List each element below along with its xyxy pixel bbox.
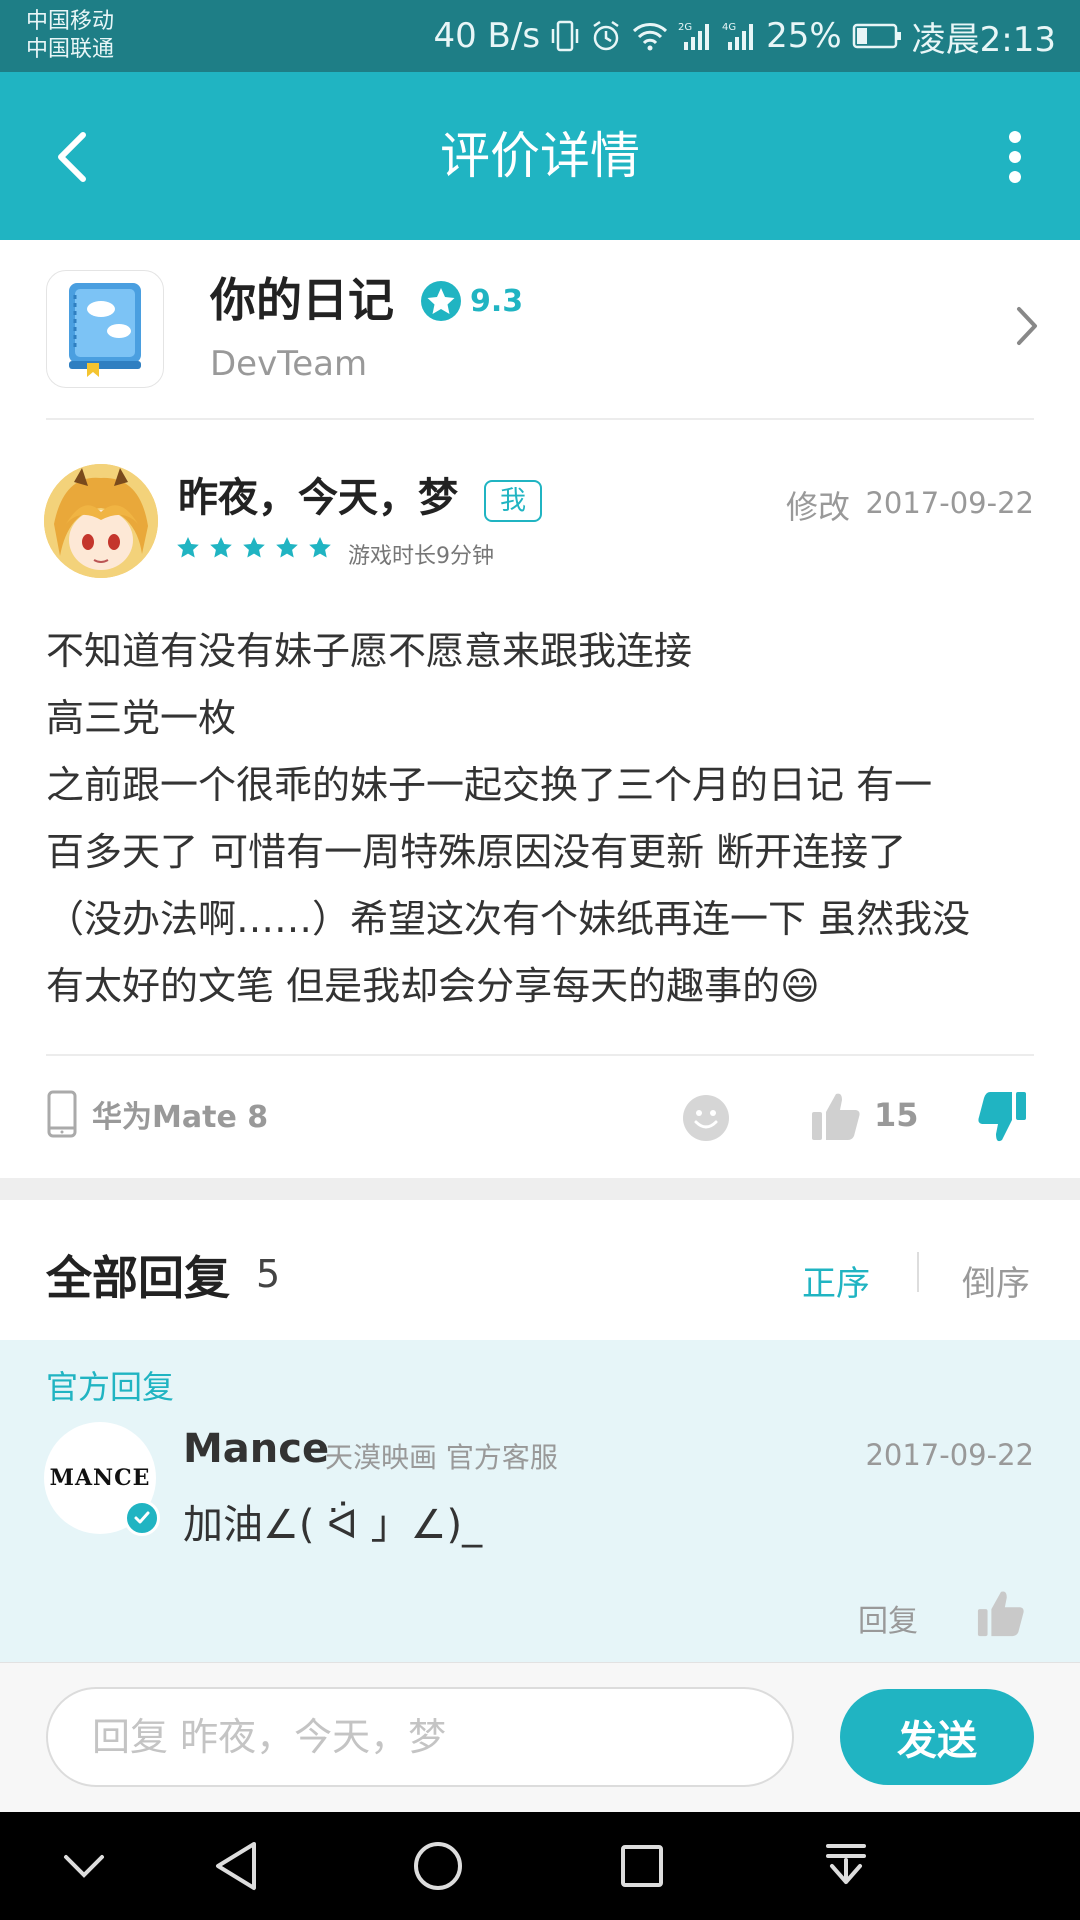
system-nav-bar [0, 1812, 1080, 1920]
app-info-card[interactable]: 你的日记 9.3 DevTeam [0, 240, 1080, 418]
battery-percent: 25% [766, 16, 842, 56]
alarm-icon [590, 19, 622, 53]
replies-title: 全部回复 [46, 1251, 230, 1305]
review-date: 2017-09-22 [865, 486, 1034, 520]
star-icon [243, 537, 265, 558]
reviewer-name[interactable]: 昨夜，今天，梦 [178, 472, 458, 524]
star-badge-icon [421, 281, 461, 321]
page-title: 评价详情 [440, 127, 640, 185]
edit-review-link[interactable]: 修改 [786, 482, 850, 528]
like-count: 15 [874, 1096, 919, 1134]
sort-descending-tab[interactable]: 倒序 [962, 1256, 1030, 1305]
smiley-icon [683, 1095, 729, 1141]
reply-input[interactable] [46, 1687, 794, 1787]
review-stars [176, 536, 332, 560]
carrier-info: 中国移动 中国联通 [26, 8, 114, 64]
review-line: 百多天了 可惜有一周特殊原因没有更新 断开连接了 [46, 830, 907, 874]
app-icon [46, 270, 164, 388]
recents-square-icon [621, 1845, 663, 1887]
app-rating: 9.3 [420, 280, 523, 322]
device-info: 华为Mate 8 [46, 1090, 268, 1138]
device-name: 华为Mate 8 [92, 1100, 269, 1135]
nav-home-button[interactable] [408, 1836, 468, 1896]
chevron-down-icon [64, 1855, 104, 1878]
star-icon [177, 537, 199, 558]
star-icon [309, 537, 331, 558]
review-line: 有太好的文笔 但是我却会分享每天的趣事的😄 [46, 964, 820, 1008]
rating-score: 9.3 [470, 283, 524, 319]
official-author-name[interactable]: Mance [183, 1426, 329, 1472]
battery-icon [852, 22, 902, 50]
net-speed: 40 B/s [433, 16, 541, 56]
nav-recents-button[interactable] [612, 1836, 672, 1896]
me-badge: 我 [484, 480, 542, 522]
thumbs-up-icon [812, 1093, 860, 1140]
back-triangle-icon [216, 1842, 256, 1890]
reply-composer: 发送 [0, 1662, 1080, 1812]
emoji-reaction-button[interactable] [682, 1094, 730, 1142]
thumbs-up-icon [977, 1591, 1024, 1637]
replies-count: 5 [256, 1252, 281, 1296]
review-body: 不知道有没有妹子愿不愿意来跟我连接 高三党一枚 之前跟一个很乖的妹子一起交换了三… [46, 618, 1036, 1020]
clock: 凌晨2:13 [911, 19, 1056, 60]
reviewer-avatar[interactable] [44, 464, 158, 578]
nav-notification-button[interactable] [816, 1836, 876, 1896]
app-bar: 评价详情 [0, 72, 1080, 240]
thumbs-down-icon [978, 1092, 1026, 1142]
replies-header: 全部回复 5 正序 倒序 [0, 1200, 1080, 1340]
app-developer: DevTeam [210, 344, 368, 384]
review-line: 之前跟一个很乖的妹子一起交换了三个月的日记 有一 [46, 763, 933, 807]
reply-button[interactable]: 回复 [858, 1596, 918, 1640]
official-reply: 官方回复 MANCE Mance 天漠映画 官方客服 2017-09-22 加油… [0, 1340, 1080, 1662]
official-reply-text: 加油∠( ᐛ 」∠)_ [183, 1502, 483, 1548]
status-indicators: 40 B/s 2G 4G 25% 凌晨2:13 [433, 14, 1056, 60]
app-name: 你的日记 [210, 273, 394, 327]
divider [46, 418, 1034, 420]
more-options-button[interactable] [990, 122, 1040, 192]
dislike-button[interactable] [976, 1090, 1028, 1146]
carrier-1: 中国移动 [26, 9, 115, 34]
home-circle-icon [414, 1842, 462, 1890]
review-line: （没办法啊……）希望这次有个妹纸再连一下 虽然我没 [46, 897, 971, 941]
star-icon [276, 537, 298, 558]
carrier-2: 中国联通 [26, 37, 115, 62]
star-icon [210, 537, 232, 558]
mance-logo: MANCE [49, 1465, 151, 1491]
reply-like-button[interactable] [976, 1588, 1026, 1638]
nav-back-button[interactable] [206, 1836, 266, 1896]
verified-badge-icon [124, 1500, 160, 1536]
official-author-role: 天漠映画 官方客服 [325, 1441, 558, 1474]
play-time: 游戏时长9分钟 [348, 544, 494, 569]
chevron-right-icon [1017, 307, 1037, 345]
phone-icon [47, 1090, 77, 1138]
signal-4g-icon: 4G [722, 20, 756, 52]
wifi-icon [632, 21, 668, 51]
svg-text:4G: 4G [722, 22, 736, 33]
divider [46, 1054, 1034, 1056]
status-bar: 中国移动 中国联通 40 B/s 2G 4G 25% 凌晨2:13 [0, 0, 1080, 72]
sort-separator [917, 1252, 919, 1292]
send-button[interactable]: 发送 [840, 1689, 1034, 1785]
official-reply-date: 2017-09-22 [865, 1438, 1034, 1472]
official-reply-label: 官方回复 [46, 1368, 175, 1406]
hide-nav-button[interactable] [54, 1836, 114, 1896]
review-line: 高三党一枚 [46, 696, 237, 740]
vibrate-icon [550, 19, 580, 53]
section-spacer [0, 1178, 1080, 1200]
more-vertical-icon [1009, 131, 1021, 183]
like-button[interactable] [810, 1090, 862, 1142]
svg-text:2G: 2G [678, 22, 692, 33]
pull-down-icon [826, 1844, 866, 1884]
sort-ascending-tab[interactable]: 正序 [802, 1256, 870, 1305]
signal-2g-icon: 2G [678, 20, 712, 52]
review-line: 不知道有没有妹子愿不愿意来跟我连接 [46, 629, 693, 673]
